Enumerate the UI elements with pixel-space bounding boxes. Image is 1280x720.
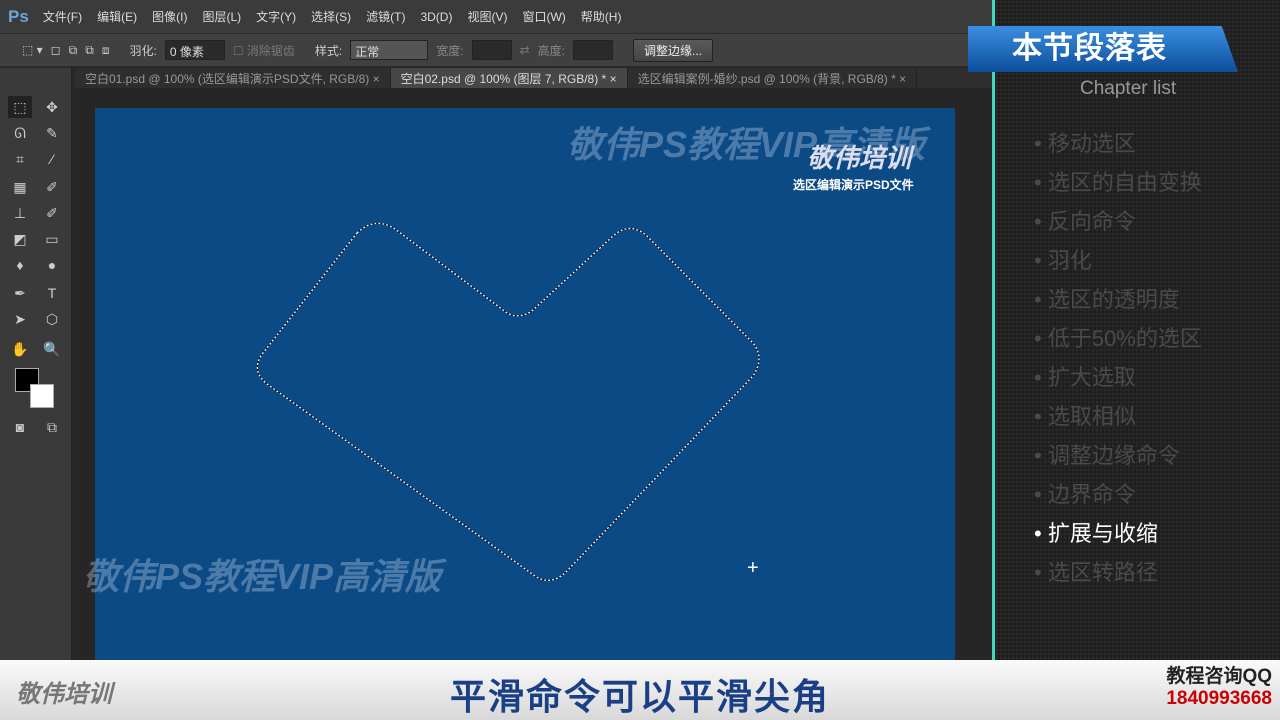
- width-input[interactable]: [471, 40, 512, 60]
- chapter-item[interactable]: 选区转路径: [1034, 557, 1202, 596]
- subtract-selection-icon[interactable]: ⧉: [85, 43, 94, 58]
- zoom-tool-icon[interactable]: 🔍: [40, 338, 64, 360]
- antialias-checkbox[interactable]: ☐ 消除锯齿: [233, 42, 295, 59]
- menu-window[interactable]: 窗口(W): [522, 8, 565, 25]
- chapter-item[interactable]: 选取相似: [1034, 401, 1202, 440]
- tab-doc-3[interactable]: 选区编辑案例-婚纱.psd @ 100% (背景, RGB/8) * ×: [628, 68, 918, 88]
- marquee-tool-icon[interactable]: ⬚ ▾: [22, 43, 43, 57]
- healing-brush-icon[interactable]: ▦: [8, 176, 32, 198]
- pen-tool-icon[interactable]: ✒: [8, 282, 32, 304]
- menu-3d[interactable]: 3D(D): [420, 10, 452, 24]
- panel-subtitle: Chapter list: [1080, 78, 1177, 99]
- menu-select[interactable]: 选择(S): [311, 8, 351, 25]
- feather-label: 羽化:: [129, 43, 157, 58]
- style-label: 样式:: [314, 43, 343, 58]
- qq-label: 教程咨询QQ: [1166, 666, 1272, 687]
- qq-number: 1840993668: [1166, 688, 1272, 709]
- quick-mask-icon[interactable]: ◙: [8, 416, 32, 438]
- chapter-item[interactable]: 移动选区: [1034, 128, 1202, 167]
- swap-icon[interactable]: ⇄: [520, 43, 530, 57]
- stamp-tool-icon[interactable]: ⊥: [8, 202, 32, 224]
- marquee-tool-icon[interactable]: ⬚: [8, 96, 32, 118]
- options-bar: ⬚ ▾ ◻ ⧉ ⧉ ⧈ 羽化: 0 像素 ☐ 消除锯齿 样式: 正常 宽度: ⇄…: [0, 33, 992, 67]
- background-color[interactable]: [30, 384, 54, 408]
- tab-label: 空白01.psd @ 100% (选区编辑演示PSD文件, RGB/8): [85, 72, 370, 86]
- document-tabs: 空白01.psd @ 100% (选区编辑演示PSD文件, RGB/8) × 空…: [75, 68, 992, 88]
- qq-contact: 教程咨询QQ 1840993668: [1166, 666, 1272, 710]
- history-brush-icon[interactable]: ✐: [40, 202, 64, 224]
- menu-layer[interactable]: 图层(L): [202, 8, 241, 25]
- chapter-item[interactable]: 调整边缘命令: [1034, 440, 1202, 479]
- crop-tool-icon[interactable]: ⌗: [8, 148, 32, 170]
- width-label: 宽度:: [436, 43, 464, 58]
- tab-label: 空白02.psd @ 100% (图层 7, RGB/8) *: [400, 72, 607, 86]
- menu-file[interactable]: 文件(F): [43, 8, 82, 25]
- chapter-item[interactable]: 反向命令: [1034, 206, 1202, 245]
- canvas-area: 敬伟PS教程VIP高清版 敬伟培训 选区编辑演示PSD文件 敬伟PS教程VIP高…: [73, 88, 992, 660]
- add-selection-icon[interactable]: ⧉: [69, 43, 78, 58]
- toolbox: ⬚ ✥ ᘏ ✎ ⌗ ⁄ ▦ ✐ ⊥ ✐ ◩ ▭ ♦ ● ✒ T ➤ ⬡ ✋ 🔍 …: [0, 68, 72, 660]
- chapter-item[interactable]: 边界命令: [1034, 479, 1202, 518]
- eraser-icon[interactable]: ◩: [8, 228, 32, 250]
- chapter-list: 移动选区 选区的自由变换 反向命令 羽化 选区的透明度 低于50%的选区 扩大选…: [1034, 128, 1202, 596]
- feather-input[interactable]: 0 像素: [164, 40, 225, 60]
- menu-help[interactable]: 帮助(H): [581, 8, 622, 25]
- crosshair-cursor-icon: +: [747, 557, 759, 579]
- subtitle-bar: 敬伟培训 平滑命令可以平滑尖角 教程咨询QQ 1840993668: [0, 660, 1280, 720]
- menu-edit[interactable]: 编辑(E): [97, 8, 137, 25]
- screen-mode-icon[interactable]: ⧉: [40, 416, 64, 438]
- chapter-item[interactable]: 低于50%的选区: [1034, 323, 1202, 362]
- chapter-item[interactable]: 选区的自由变换: [1034, 167, 1202, 206]
- chapter-item[interactable]: 选区的透明度: [1034, 284, 1202, 323]
- tab-label: 选区编辑案例-婚纱.psd @ 100% (背景, RGB/8) *: [637, 72, 896, 86]
- panel-title: 本节段落表: [968, 26, 1238, 72]
- shape-tool-icon[interactable]: ⬡: [40, 308, 64, 330]
- brush-tool-icon[interactable]: ✐: [40, 176, 64, 198]
- eyedropper-icon[interactable]: ⁄: [40, 148, 64, 170]
- height-label: 高度:: [537, 43, 566, 58]
- dodge-tool-icon[interactable]: ●: [40, 254, 64, 276]
- blur-tool-icon[interactable]: ♦: [8, 254, 32, 276]
- gradient-icon[interactable]: ▭: [40, 228, 64, 250]
- subtitle-text: 平滑命令可以平滑尖角: [449, 676, 830, 717]
- selection-marquee: [256, 222, 760, 581]
- close-icon[interactable]: ×: [373, 72, 380, 86]
- close-icon[interactable]: ×: [610, 72, 617, 86]
- new-selection-icon[interactable]: ◻: [51, 43, 61, 57]
- hand-tool-icon[interactable]: ✋: [8, 338, 32, 360]
- path-select-icon[interactable]: ➤: [8, 308, 32, 330]
- chapter-item-active[interactable]: 扩展与收缩: [1034, 518, 1202, 557]
- refine-edge-button[interactable]: 调整边缘...: [633, 38, 714, 62]
- move-tool-icon[interactable]: ✥: [40, 96, 64, 118]
- style-select[interactable]: 正常: [350, 40, 429, 60]
- tab-doc-2[interactable]: 空白02.psd @ 100% (图层 7, RGB/8) * ×: [390, 68, 628, 88]
- menu-filter[interactable]: 滤镜(T): [366, 8, 405, 25]
- lasso-tool-icon[interactable]: ᘏ: [8, 122, 32, 144]
- quick-select-icon[interactable]: ✎: [40, 122, 64, 144]
- chapter-item[interactable]: 羽化: [1034, 245, 1202, 284]
- canvas[interactable]: 敬伟PS教程VIP高清版 敬伟培训 选区编辑演示PSD文件 敬伟PS教程VIP高…: [83, 108, 955, 660]
- menu-view[interactable]: 视图(V): [467, 8, 507, 25]
- menu-bar: Ps 文件(F) 编辑(E) 图像(I) 图层(L) 文字(Y) 选择(S) 滤…: [0, 0, 992, 33]
- type-tool-icon[interactable]: T: [40, 282, 64, 304]
- menu-type[interactable]: 文字(Y): [256, 8, 296, 25]
- antialias-label: 消除锯齿: [246, 43, 295, 58]
- intersect-selection-icon[interactable]: ⧈: [102, 43, 110, 58]
- tab-doc-1[interactable]: 空白01.psd @ 100% (选区编辑演示PSD文件, RGB/8) ×: [75, 68, 391, 88]
- height-input[interactable]: [573, 40, 614, 60]
- menu-image[interactable]: 图像(I): [152, 8, 187, 25]
- chapter-item[interactable]: 扩大选取: [1034, 362, 1202, 401]
- ps-logo: Ps: [8, 6, 29, 26]
- close-icon[interactable]: ×: [899, 72, 906, 86]
